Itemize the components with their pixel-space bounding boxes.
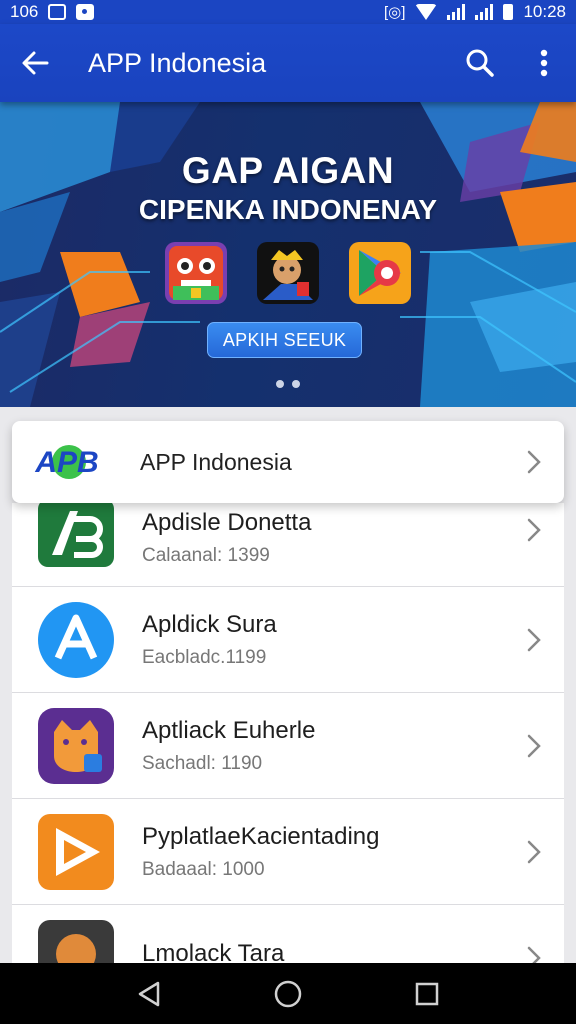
- banner-cta-button[interactable]: APKIH SEEUK: [207, 322, 362, 358]
- wifi-icon: [415, 4, 438, 20]
- search-button[interactable]: [448, 24, 512, 102]
- list-item[interactable]: Lmolack Tara: [12, 905, 564, 963]
- nav-home-button[interactable]: [258, 963, 318, 1024]
- more-vert-icon: [540, 49, 548, 77]
- screen: 106 [◎] 10:28 APP Indonesia GAP AIGAN CI…: [0, 0, 576, 1024]
- promo-banner[interactable]: GAP AIGAN CIPENKA INDONENAY APKIH SEEUK: [0, 102, 576, 407]
- app-subtitle: Eacbladc.1199: [142, 646, 267, 668]
- list-item[interactable]: Apldick Sura Eacbladc.1199: [12, 587, 564, 693]
- notification-icon: [76, 4, 95, 20]
- mask-game-icon: [165, 242, 227, 304]
- status-bar: 106 [◎] 10:28: [0, 0, 576, 24]
- arrow-left-icon: [22, 51, 49, 75]
- status-time: 10:28: [523, 2, 566, 21]
- app-name: PyplatlaeKacientading: [142, 822, 380, 850]
- apb-logo-text: APB: [34, 446, 98, 479]
- chevron-right-icon: [504, 905, 564, 963]
- banner-subtitle: CIPENKA INDONENAY: [138, 194, 438, 225]
- app-name: Apldick Sura: [142, 610, 277, 638]
- chevron-right-icon: [504, 503, 564, 557]
- play-store-icon: [349, 242, 411, 304]
- app-name: Apdisle Donetta: [142, 509, 312, 536]
- circle-home-icon: [274, 980, 302, 1007]
- vibrate-icon: [◎]: [384, 4, 406, 21]
- sim-icon: [48, 4, 67, 20]
- list-item[interactable]: PyplatlaeKacientading Badaaal: 1000: [12, 799, 564, 905]
- list-item[interactable]: Apdisle Donetta Calaanal: 1399: [12, 499, 564, 587]
- triangle-back-icon: [139, 981, 160, 1006]
- navigation-bar: [0, 963, 576, 1024]
- app-rows: Apdisle Donetta Calaanal: 1399 Apldick S…: [12, 499, 564, 963]
- page-dot-2: [292, 380, 300, 388]
- orange-play-icon: [38, 813, 114, 890]
- chevron-right-icon: [504, 799, 564, 904]
- featured-app-item[interactable]: APB APP Indonesia: [12, 421, 564, 503]
- signal-icon-2: [475, 4, 494, 20]
- app-subtitle: Badaaal: 1000: [142, 858, 265, 880]
- battery-icon: [503, 4, 514, 20]
- chevron-right-icon: [504, 587, 564, 692]
- app-list: APB APP Indonesia Apdisle Donetta Calaan…: [0, 407, 576, 963]
- app-bar: APP Indonesia: [0, 24, 576, 102]
- app-name: Aptliack Euherle: [142, 716, 316, 744]
- app-subtitle: Sachadl: 1190: [142, 752, 263, 774]
- chevron-right-icon: [504, 421, 564, 503]
- signal-icon: [447, 4, 466, 20]
- page-indicator: [0, 380, 576, 388]
- app-subtitle: Calaanal: 1399: [142, 545, 270, 566]
- blue-a-icon: [38, 601, 114, 678]
- back-button[interactable]: [0, 24, 70, 102]
- green-ab-icon: [38, 499, 114, 567]
- featured-app-label: APP Indonesia: [140, 448, 292, 475]
- chevron-right-icon: [504, 693, 564, 798]
- apb-logo-icon: APB: [12, 421, 122, 503]
- nav-back-button[interactable]: [119, 963, 179, 1024]
- nav-recents-button[interactable]: [397, 963, 457, 1024]
- search-icon: [466, 49, 494, 77]
- page-dot-1: [276, 380, 284, 388]
- app-name: Lmolack Tara: [142, 939, 285, 964]
- banner-app-icons: [0, 242, 576, 304]
- purple-cat-icon: [38, 707, 114, 784]
- square-recents-icon: [415, 982, 438, 1005]
- more-options-button[interactable]: [512, 24, 576, 102]
- list-item[interactable]: Aptliack Euherle Sachadl: 1190: [12, 693, 564, 799]
- status-left-text: 106: [10, 2, 39, 21]
- page-title: APP Indonesia: [88, 47, 267, 78]
- banner-title: GAP AIGAN: [181, 150, 395, 191]
- dark-face-icon: [38, 919, 114, 963]
- warrior-game-icon: [257, 242, 319, 304]
